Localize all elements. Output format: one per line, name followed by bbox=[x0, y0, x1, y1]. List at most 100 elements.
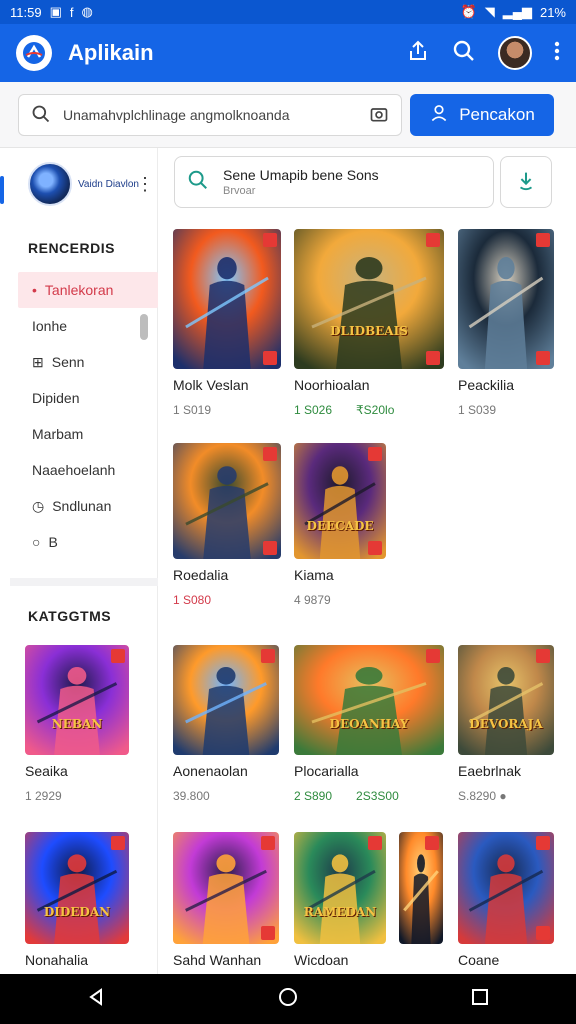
game-title: Eaebrlnak bbox=[458, 763, 522, 779]
thumbnail-title-art: DLIDBEAIS bbox=[330, 324, 408, 339]
rating-badge-icon bbox=[111, 836, 125, 850]
game-card[interactable]: DEECADE Kiama 4 9879 bbox=[294, 443, 386, 607]
game-meta: 4 9879 bbox=[294, 593, 386, 607]
status-time: 11:59 bbox=[10, 4, 42, 20]
sidebar-item-tanlekoran[interactable]: • Tanlekoran bbox=[18, 272, 158, 308]
sidebar-item-sndlunan[interactable]: ◷ Sndlunan bbox=[18, 488, 158, 524]
person-icon bbox=[429, 103, 449, 128]
game-meta: 1 2929 bbox=[25, 789, 129, 803]
game-price: 2S3S00 bbox=[356, 789, 399, 803]
age-badge-icon bbox=[263, 351, 277, 365]
game-thumbnail[interactable] bbox=[173, 832, 279, 944]
game-meta: 1 S080 bbox=[173, 593, 281, 607]
game-card[interactable]: Molk Veslan 1 S019 bbox=[173, 229, 281, 417]
app-title: Aplikain bbox=[68, 40, 154, 65]
clock-icon: ◷ bbox=[32, 497, 45, 514]
home-icon[interactable] bbox=[278, 987, 298, 1012]
game-meta: 1 S019 bbox=[173, 403, 281, 417]
thumbnail-title-art: RAMEDAN bbox=[303, 905, 377, 920]
divider bbox=[10, 578, 158, 586]
messenger-icon: ◍ bbox=[81, 4, 93, 19]
alarm-icon: ⏰ bbox=[460, 4, 477, 19]
rating-badge-icon bbox=[368, 447, 382, 461]
game-card[interactable]: DEOANHAY Plocarialla 2 S890 2S3S00 bbox=[294, 645, 444, 803]
game-thumbnail[interactable]: DEOANHAY bbox=[294, 645, 444, 755]
recents-icon[interactable] bbox=[471, 988, 489, 1011]
search-row: Unamahvplchlinage angmolknoanda Pencakon bbox=[0, 82, 576, 148]
game-thumbnail[interactable]: DLIDBEAIS bbox=[294, 229, 444, 369]
game-card[interactable]: Coane bbox=[458, 832, 554, 968]
sidebar-item-label: Tanlekoran bbox=[44, 282, 114, 298]
sidebar-item-label: Naaehoelanh bbox=[32, 462, 116, 478]
game-thumbnail[interactable]: DEECADE bbox=[294, 443, 386, 559]
rating-badge-icon bbox=[425, 836, 439, 850]
search-icon[interactable] bbox=[452, 39, 476, 68]
game-meta: 1 S039 bbox=[458, 403, 554, 417]
sidebar-item-label: B bbox=[48, 534, 58, 550]
gamepad-icon: ⊞ bbox=[32, 353, 44, 370]
image-search-icon[interactable] bbox=[369, 104, 389, 127]
more-vert-icon[interactable]: ⋮ bbox=[136, 174, 154, 195]
back-icon[interactable] bbox=[87, 987, 105, 1011]
more-vert-icon[interactable] bbox=[554, 41, 560, 66]
sidebar-item-label: Dipiden bbox=[32, 390, 80, 406]
search-input[interactable]: Unamahvplchlinage angmolknoanda bbox=[18, 94, 402, 136]
age-badge-icon bbox=[536, 351, 550, 365]
download-button[interactable] bbox=[500, 156, 552, 208]
download-icon bbox=[515, 169, 537, 196]
game-title: Peackilia bbox=[458, 377, 515, 393]
rating-badge-icon bbox=[536, 649, 550, 663]
notification-icon: ▣ bbox=[49, 4, 62, 19]
game-thumbnail[interactable] bbox=[173, 443, 281, 559]
game-thumbnail[interactable] bbox=[173, 645, 279, 755]
game-meta: 1 S026 ₹S20lo bbox=[294, 403, 444, 417]
sidebar-item-naaehoelanh[interactable]: Naaehoelanh bbox=[18, 452, 158, 488]
signal-icon: ▂▄▆ bbox=[502, 4, 532, 19]
game-thumbnail[interactable] bbox=[399, 832, 443, 944]
search-submit-button[interactable]: Pencakon bbox=[410, 94, 554, 136]
game-card[interactable]: DEVORAJA Eaebrlnak S.8290 ● bbox=[458, 645, 554, 803]
game-thumbnail[interactable] bbox=[458, 832, 554, 944]
wifi-icon: ◥ bbox=[484, 4, 495, 19]
game-thumbnail[interactable] bbox=[173, 229, 281, 369]
game-price: ₹S20lo bbox=[356, 403, 395, 417]
avatar[interactable] bbox=[498, 36, 532, 70]
game-thumbnail[interactable]: RAMEDAN bbox=[294, 832, 386, 944]
game-card-partial[interactable] bbox=[399, 832, 443, 944]
app-bar: Aplikain bbox=[0, 24, 576, 82]
game-thumbnail[interactable] bbox=[458, 229, 554, 369]
content-search-field[interactable]: Sene Umapib bene Sons Brvoar bbox=[174, 156, 494, 208]
game-meta: 39.800 bbox=[173, 789, 279, 803]
rating-badge-icon bbox=[261, 649, 275, 663]
age-badge-icon bbox=[426, 351, 440, 365]
game-card[interactable]: RAMEDAN Wicdoan bbox=[294, 832, 386, 968]
sidebar-item-dipiden[interactable]: Dipiden bbox=[18, 380, 158, 416]
game-card[interactable]: DIDEDAN Nonahalia bbox=[25, 832, 129, 968]
sidebar-profile[interactable]: Vaidn Diavlon ⋮ bbox=[28, 162, 154, 206]
sidebar-scrollbar[interactable] bbox=[140, 314, 148, 340]
sidebar-item-marbam[interactable]: Marbam bbox=[18, 416, 158, 452]
search-icon bbox=[187, 169, 209, 196]
game-thumbnail[interactable]: DEVORAJA bbox=[458, 645, 554, 755]
sidebar-item-senn[interactable]: ⊞ Senn bbox=[18, 344, 158, 380]
game-card[interactable]: Aonenaolan 39.800 bbox=[173, 645, 279, 803]
thumbnail-title-art: DIDEDAN bbox=[43, 905, 111, 920]
content-search-title: Sene Umapib bene Sons bbox=[223, 167, 379, 183]
age-badge-icon bbox=[261, 926, 275, 940]
sidebar-item-ionhe[interactable]: Ionhe bbox=[18, 308, 158, 344]
game-card[interactable]: DLIDBEAIS Noorhioalan 1 S026 ₹S20lo bbox=[294, 229, 444, 417]
app-logo-icon[interactable] bbox=[16, 35, 52, 71]
battery-level: 21% bbox=[539, 4, 566, 20]
recent-section-title: RENCERDIS bbox=[28, 240, 115, 256]
game-title: Coane bbox=[458, 952, 500, 968]
sidebar-item-b[interactable]: ○ B bbox=[18, 524, 158, 560]
game-card[interactable]: Peackilia 1 S039 bbox=[458, 229, 554, 417]
game-thumbnail[interactable]: DIDEDAN bbox=[25, 832, 129, 944]
game-card[interactable]: Roedalia 1 S080 bbox=[173, 443, 281, 607]
rating-badge-icon bbox=[263, 233, 277, 247]
share-icon[interactable] bbox=[406, 39, 430, 68]
game-card[interactable]: NEBAN Seaika 1 2929 bbox=[25, 645, 129, 803]
game-meta: 2 S890 2S3S00 bbox=[294, 789, 444, 803]
game-card[interactable]: Sahd Wanhan bbox=[173, 832, 279, 968]
game-thumbnail[interactable]: NEBAN bbox=[25, 645, 129, 755]
